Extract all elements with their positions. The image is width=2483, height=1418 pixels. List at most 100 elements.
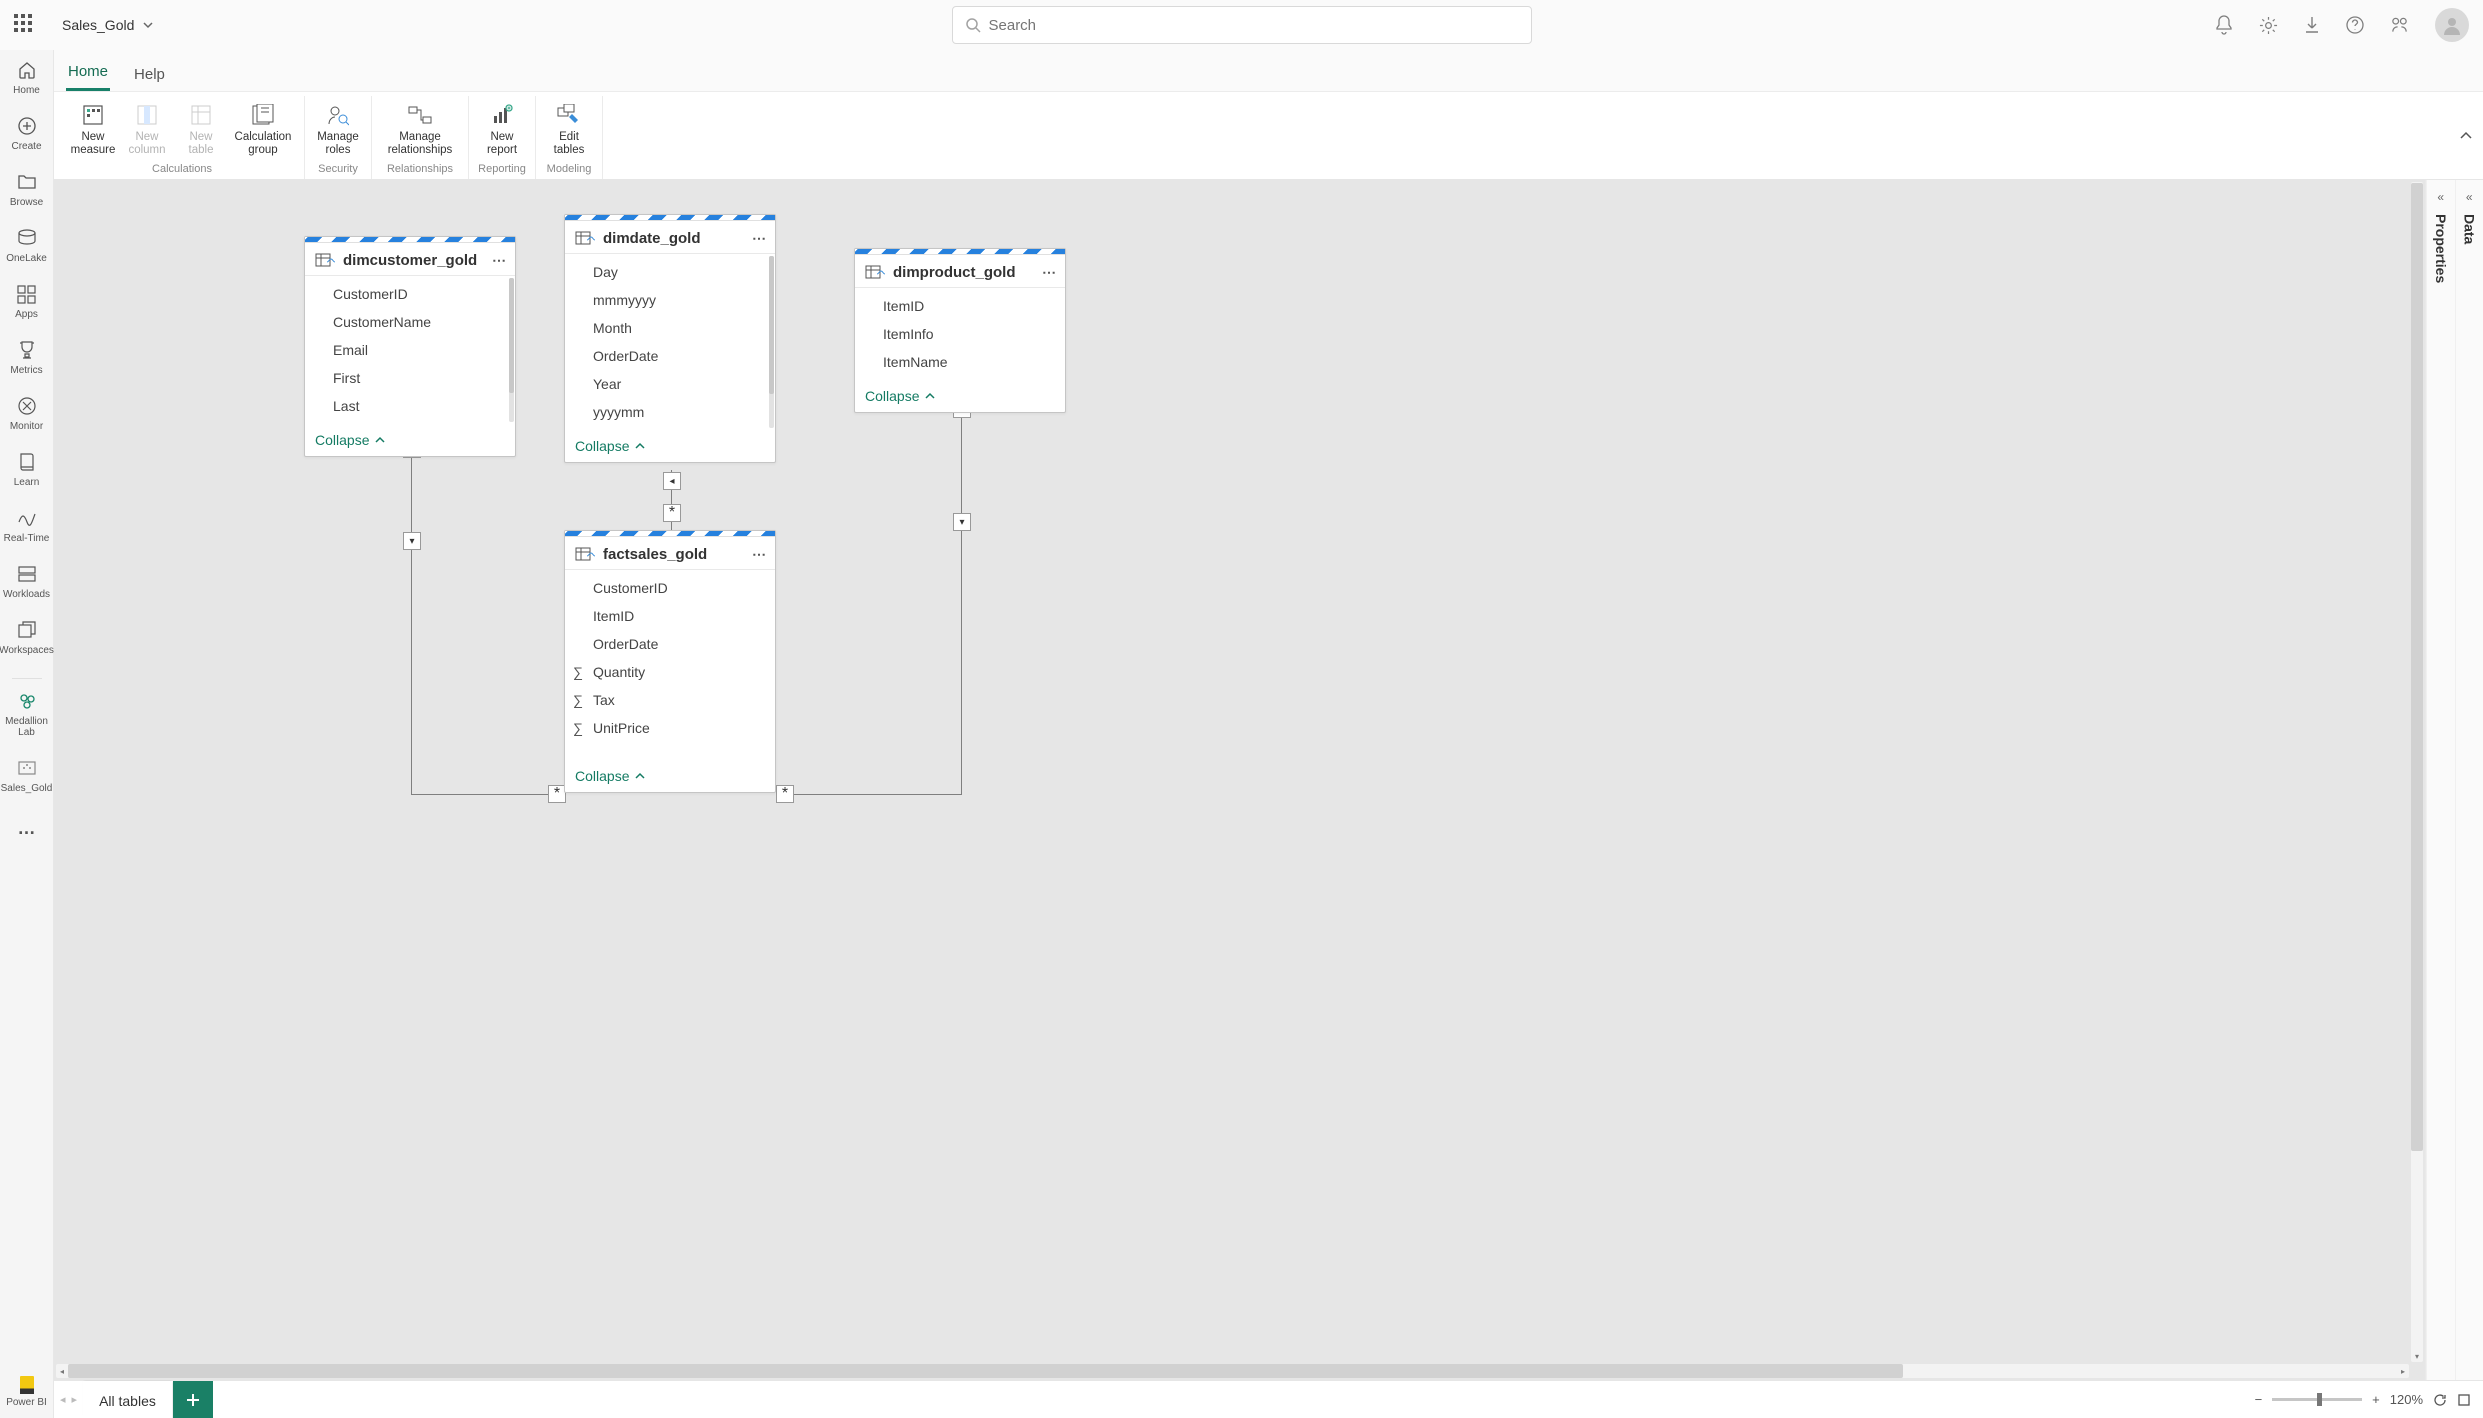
canvas-vertical-scrollbar[interactable]: ▴ ▾ <box>2411 182 2423 1362</box>
edit-tables-button[interactable]: Edit tables <box>542 98 596 161</box>
download-icon[interactable] <box>2304 16 2320 34</box>
field-scrollbar[interactable] <box>509 278 514 422</box>
relationship-line[interactable] <box>411 448 412 794</box>
field-scrollbar[interactable] <box>769 256 774 428</box>
manage-relationships-button[interactable]: Manage relationships <box>378 98 462 161</box>
scroll-left-icon[interactable]: ◂ <box>56 1364 68 1378</box>
canvas-horizontal-scrollbar[interactable]: ◂ ▸ <box>56 1364 2409 1378</box>
scroll-thumb[interactable] <box>2411 183 2423 1151</box>
table-card-dimproduct[interactable]: dimproduct_gold ⋯ ItemID ItemInfo ItemNa… <box>854 248 1066 413</box>
powerbi-brand[interactable]: Power BI <box>0 1376 53 1408</box>
relationship-line[interactable] <box>961 408 962 794</box>
table-more-button[interactable]: ⋯ <box>1042 264 1057 281</box>
new-report-button[interactable]: New report <box>475 98 529 161</box>
field-row[interactable]: ItemInfo <box>855 320 1065 348</box>
search-box[interactable] <box>952 6 1532 44</box>
prev-sheet-icon[interactable]: ◂ <box>60 1393 66 1406</box>
pinned-sales-gold[interactable]: Sales_Gold <box>0 756 53 794</box>
nav-realtime[interactable]: Real-Time <box>0 506 53 544</box>
scroll-thumb[interactable] <box>68 1364 1903 1378</box>
field-row[interactable]: Last <box>305 392 515 420</box>
pinned-medallion-lab[interactable]: Medallion Lab <box>0 689 53 738</box>
nav-learn[interactable]: Learn <box>0 450 53 488</box>
user-avatar[interactable] <box>2435 8 2469 42</box>
field-row[interactable]: Day <box>565 258 775 286</box>
data-pane-toggle[interactable]: « Data <box>2455 180 2483 1380</box>
collapse-button[interactable]: Collapse <box>855 380 1065 412</box>
field-row[interactable]: mmmyyyy <box>565 286 775 314</box>
relationship-line[interactable] <box>411 794 564 795</box>
ribbon-collapse-button[interactable] <box>2459 131 2473 141</box>
field-row[interactable]: First <box>305 364 515 392</box>
field-row[interactable]: OrderDate <box>565 630 775 658</box>
scroll-down-icon[interactable]: ▾ <box>2411 1350 2423 1362</box>
fit-to-screen-icon[interactable] <box>2457 1393 2471 1407</box>
nav-workloads[interactable]: Workloads <box>0 562 53 600</box>
app-launcher-icon[interactable] <box>14 14 36 36</box>
nav-create[interactable]: Create <box>0 114 53 152</box>
calculation-group-button[interactable]: Calculation group <box>228 98 298 161</box>
zoom-out-button[interactable]: − <box>2255 1392 2263 1407</box>
nav-monitor[interactable]: Monitor <box>0 394 53 432</box>
field-row[interactable]: ItemName <box>855 348 1065 376</box>
field-row[interactable]: ∑Tax <box>565 686 775 714</box>
next-sheet-icon[interactable]: ▸ <box>72 1393 78 1406</box>
refresh-icon[interactable] <box>2433 1393 2447 1407</box>
nav-more-button[interactable]: … <box>18 818 36 839</box>
manage-roles-button[interactable]: Manage roles <box>311 98 365 161</box>
filter-direction-icon[interactable]: ▾ <box>953 513 971 531</box>
nav-onelake[interactable]: OneLake <box>0 226 53 264</box>
new-column-button[interactable]: New column <box>120 98 174 161</box>
workspace-item-dropdown[interactable]: Sales_Gold <box>62 17 154 33</box>
filter-direction-icon[interactable]: ▾ <box>403 532 421 550</box>
filter-direction-icon[interactable]: ◂ <box>663 472 681 490</box>
table-card-dimdate[interactable]: dimdate_gold ⋯ Day mmmyyyy Month OrderDa… <box>564 214 776 463</box>
tab-help[interactable]: Help <box>132 56 167 91</box>
zoom-percent[interactable]: 120% <box>2390 1392 2423 1407</box>
field-row[interactable]: ItemID <box>565 602 775 630</box>
nav-metrics[interactable]: Metrics <box>0 338 53 376</box>
field-name: ItemInfo <box>883 326 934 342</box>
new-table-button[interactable]: New table <box>174 98 228 161</box>
sheet-tab-all-tables[interactable]: All tables <box>83 1381 173 1418</box>
field-row[interactable]: CustomerID <box>305 280 515 308</box>
nav-home[interactable]: Home <box>0 58 53 96</box>
zoom-in-button[interactable]: + <box>2372 1392 2380 1407</box>
field-row[interactable]: Email <box>305 336 515 364</box>
field-row[interactable]: ∑UnitPrice <box>565 714 775 742</box>
cardinality-many[interactable]: * <box>776 785 794 803</box>
table-card-factsales[interactable]: factsales_gold ⋯ CustomerID ItemID Order… <box>564 530 776 793</box>
table-more-button[interactable]: ⋯ <box>752 546 767 563</box>
field-row[interactable]: Year <box>565 370 775 398</box>
add-layout-tab-button[interactable] <box>173 1381 213 1418</box>
collapse-button[interactable]: Collapse <box>565 746 775 792</box>
new-measure-button[interactable]: New measure <box>66 98 120 161</box>
cardinality-many[interactable]: * <box>663 504 681 522</box>
relationship-line[interactable] <box>778 794 962 795</box>
field-row[interactable]: Month <box>565 314 775 342</box>
nav-browse[interactable]: Browse <box>0 170 53 208</box>
table-more-button[interactable]: ⋯ <box>752 230 767 247</box>
field-row[interactable]: ∑Quantity <box>565 658 775 686</box>
zoom-slider[interactable] <box>2272 1398 2362 1401</box>
field-row[interactable]: OrderDate <box>565 342 775 370</box>
collapse-button[interactable]: Collapse <box>305 424 515 456</box>
field-row[interactable]: CustomerID <box>565 574 775 602</box>
settings-gear-icon[interactable] <box>2259 16 2278 35</box>
properties-pane-toggle[interactable]: « Properties <box>2426 180 2455 1380</box>
feedback-icon[interactable] <box>2390 16 2409 34</box>
tab-home[interactable]: Home <box>66 53 110 91</box>
notifications-icon[interactable] <box>2215 15 2233 35</box>
field-row[interactable]: CustomerName <box>305 308 515 336</box>
table-more-button[interactable]: ⋯ <box>492 252 507 269</box>
collapse-button[interactable]: Collapse <box>565 430 775 462</box>
nav-workspaces[interactable]: Workspaces <box>0 618 53 656</box>
search-input[interactable] <box>989 17 1519 34</box>
help-icon[interactable] <box>2346 16 2364 34</box>
table-card-dimcustomer[interactable]: dimcustomer_gold ⋯ CustomerID CustomerNa… <box>304 236 516 457</box>
field-row[interactable]: ItemID <box>855 292 1065 320</box>
field-row[interactable]: yyyymm <box>565 398 775 426</box>
nav-apps[interactable]: Apps <box>0 282 53 320</box>
scroll-right-icon[interactable]: ▸ <box>2397 1364 2409 1378</box>
model-canvas[interactable]: 1 ▾ * 1 ◂ * 1 ▾ * dimcustomer_gold <box>54 180 2425 1380</box>
